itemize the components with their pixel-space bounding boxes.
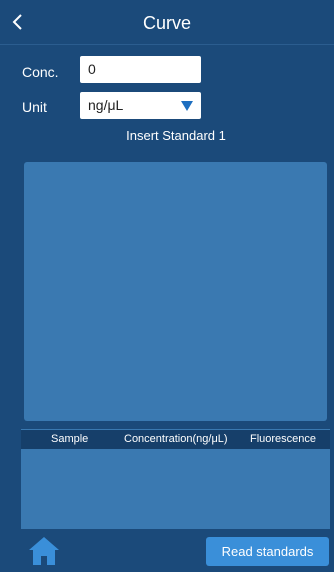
column-header-sample: Sample [51, 433, 89, 445]
home-icon [29, 537, 59, 565]
back-button[interactable] [6, 10, 30, 34]
chevron-left-icon [12, 14, 22, 30]
unit-label: Unit [22, 99, 47, 115]
conc-input[interactable] [80, 56, 201, 83]
column-header-fluorescence: Fluorescence [250, 433, 317, 445]
home-button[interactable] [27, 535, 61, 567]
table-header: Sample Concentration(ng/μL) Fluorescence [21, 429, 330, 449]
triangle-down-icon [181, 101, 193, 111]
unit-select[interactable]: ng/μL [80, 92, 201, 119]
unit-select-value: ng/μL [88, 97, 124, 113]
instruction-text: Insert Standard 1 [126, 128, 226, 143]
read-standards-button[interactable]: Read standards [206, 537, 329, 566]
top-bar: Curve [0, 0, 334, 44]
column-header-concentration: Concentration(ng/μL) [124, 433, 228, 445]
standards-table-body [21, 449, 330, 529]
curve-chart-area [24, 162, 327, 421]
header-divider [0, 44, 334, 45]
page-title: Curve [142, 13, 191, 33]
conc-label: Conc. [22, 64, 59, 80]
